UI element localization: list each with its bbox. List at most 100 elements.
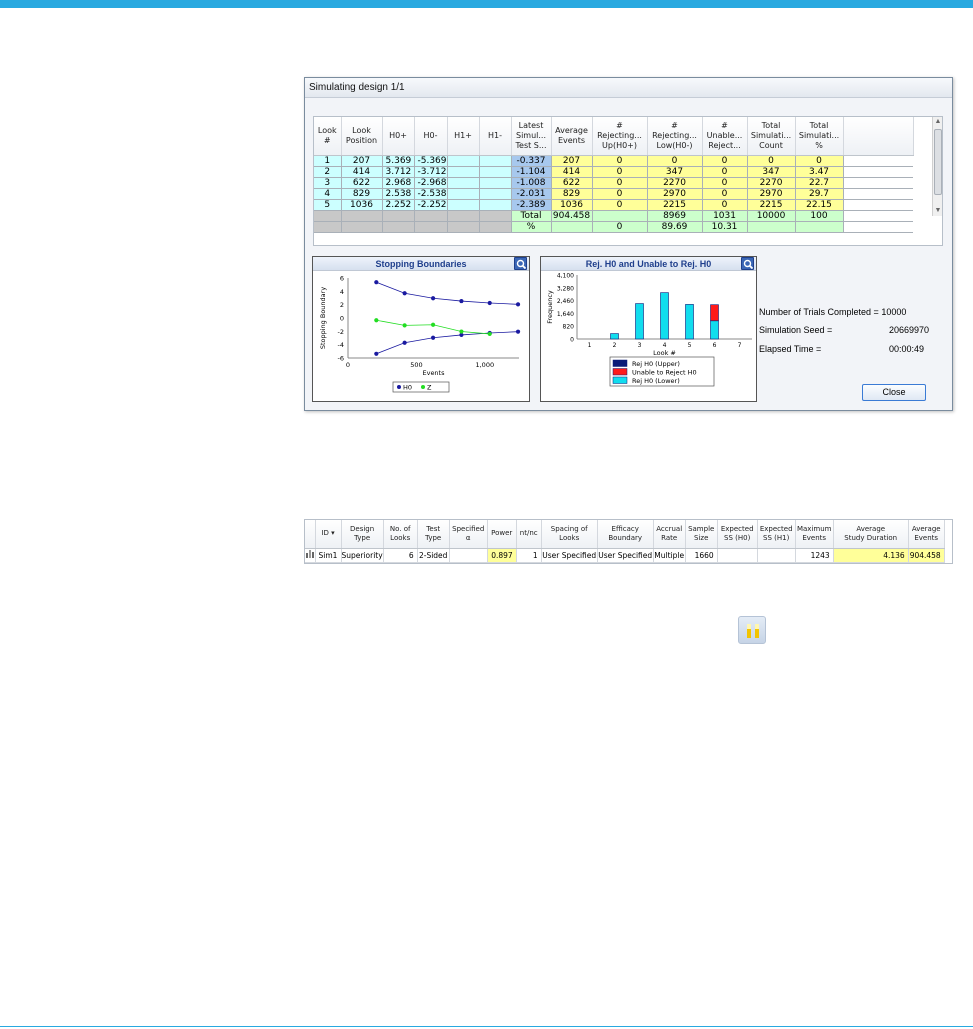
table-cell: 0 (702, 188, 748, 200)
table-row[interactable]: 2 414 3.712 -3.712 -1.104 414 0 347 0 347 3.47 (314, 166, 914, 178)
table-cell-filler (843, 177, 914, 189)
column-header[interactable]: Average Events (908, 520, 945, 549)
column-header[interactable]: H0- (414, 117, 448, 156)
table-cell: -1.008 (511, 177, 552, 189)
table-cell (551, 221, 593, 233)
table-cell: 0.897 (487, 548, 517, 563)
seed-value: 20669970 (889, 325, 930, 335)
column-header[interactable]: # Rejecting... Up(H0+) (592, 117, 648, 156)
column-header[interactable]: Accrual Rate (653, 520, 686, 549)
table-cell: 1243 (795, 548, 834, 563)
x-tick-label: 6 (713, 342, 717, 349)
table-cell: 2270 (647, 177, 703, 189)
table-cell (447, 155, 480, 167)
column-header[interactable]: Maximum Events (795, 520, 834, 549)
table-cell: 3 (314, 177, 342, 189)
column-header[interactable]: nt/nc (516, 520, 542, 549)
table-cell: 1 (516, 548, 542, 563)
x-tick-label: 7 (738, 342, 742, 349)
chart-app-icon[interactable] (738, 616, 766, 644)
table-cell: -1.104 (511, 166, 552, 178)
bar-segment (710, 304, 719, 322)
column-header[interactable]: Total Simulati... % (795, 117, 844, 156)
scroll-thumb[interactable] (934, 129, 942, 195)
table-row[interactable]: 1 207 5.369 -5.369 -0.337 207 0 0 0 0 0 (314, 155, 914, 167)
row-chart-icon[interactable] (305, 548, 316, 563)
y-tick-label: -4 (338, 341, 344, 349)
table-cell-filler (843, 155, 914, 167)
table-vertical-scrollbar[interactable]: ▲ ▼ (932, 117, 942, 216)
series-line-z (376, 319, 490, 335)
table-cell (382, 221, 415, 233)
id-column-header[interactable]: ID ▾ (315, 520, 342, 549)
table-cell: 0 (592, 155, 648, 167)
table-row[interactable]: 5 1036 2.252 -2.252 -2.389 1036 0 2215 0 2215 22.1… (314, 199, 914, 211)
scroll-down-icon[interactable]: ▼ (933, 206, 942, 216)
table-cell: 5.369 (382, 155, 415, 167)
column-header[interactable]: Expected SS (H1) (757, 520, 796, 549)
table-cell (341, 221, 383, 233)
data-point-h0 (515, 302, 521, 307)
bottom-accent-line (0, 1026, 973, 1027)
table-cell (314, 210, 342, 222)
close-button[interactable]: Close (862, 384, 926, 401)
column-header[interactable]: Efficacy Boundary (597, 520, 654, 549)
column-header[interactable]: Sample Size (685, 520, 718, 549)
table-row[interactable]: Sim1 Superiority 6 2-Sided 0.897 1 User Specif… (305, 548, 945, 563)
table-cell: % (511, 221, 552, 233)
scroll-up-icon[interactable]: ▲ (933, 117, 942, 127)
table-cell (414, 210, 448, 222)
column-header[interactable]: Latest Simul... Test S... (511, 117, 552, 156)
id-header-label: ID (321, 529, 329, 538)
column-header[interactable]: Power (487, 520, 517, 549)
output-table: ID ▾ Design Type No. of Looks Test Type Spec… (305, 520, 945, 563)
table-cell: 1 (314, 155, 342, 167)
column-header[interactable]: H0+ (382, 117, 415, 156)
x-tick-label: 2 (613, 342, 617, 349)
chart-title: Stopping Boundaries (313, 257, 529, 271)
column-header[interactable]: Look # (314, 117, 342, 156)
table-cell: 2.538 (382, 188, 415, 200)
table-cell: 2.252 (382, 199, 415, 211)
table-cell: 8969 (647, 210, 703, 222)
table-cell: 0 (702, 199, 748, 211)
column-header[interactable]: H1+ (447, 117, 480, 156)
column-header[interactable]: No. of Looks (383, 520, 418, 549)
data-point-z (487, 331, 492, 337)
table-cell: 3.712 (382, 166, 415, 178)
table-row[interactable]: 3 622 2.968 -2.968 -1.008 622 0 2270 0 2270 22.7 (314, 177, 914, 189)
column-header[interactable]: Average Study Duration (833, 520, 909, 549)
column-header[interactable]: H1- (479, 117, 512, 156)
data-point-h0 (374, 280, 379, 285)
elapsed-value: 00:00:49 (889, 344, 925, 354)
column-header[interactable]: Specified α (449, 520, 488, 549)
sort-dropdown-icon[interactable]: ▾ (329, 529, 335, 537)
table-cell: 2-Sided (417, 548, 450, 563)
table-cell (447, 199, 480, 211)
column-header[interactable]: Look Position (341, 117, 383, 156)
table-cell: 414 (341, 166, 383, 178)
y-axis-label: Frequency (546, 290, 554, 324)
column-header[interactable]: Test Type (417, 520, 450, 549)
table-cell: 0 (647, 155, 703, 167)
table-cell: 0 (747, 155, 796, 167)
table-cell: User Specified (541, 548, 598, 563)
zoom-icon[interactable] (741, 257, 754, 270)
table-cell: 829 (551, 188, 593, 200)
column-header[interactable]: Average Events (551, 117, 593, 156)
column-header[interactable]: Spacing of Looks (541, 520, 598, 549)
column-header[interactable]: # Unable... Reject... (702, 117, 748, 156)
legend-swatch (612, 359, 628, 367)
table-cell: 1660 (685, 548, 718, 563)
table-row[interactable]: 4 829 2.538 -2.538 -2.031 829 0 2970 0 2970 29.7 (314, 188, 914, 200)
data-point-z (459, 329, 464, 334)
table-cell-filler (843, 221, 914, 233)
column-header[interactable]: Design Type (341, 520, 384, 549)
column-header[interactable]: # Rejecting... Low(H0-) (647, 117, 703, 156)
table-cell (479, 188, 512, 200)
percent-row: % 0 89.69 10.31 (314, 221, 914, 233)
column-header[interactable]: Expected SS (H0) (717, 520, 758, 549)
zoom-icon[interactable] (514, 257, 527, 270)
x-tick-label: 1 (588, 342, 592, 349)
column-header[interactable]: Total Simulati... Count (747, 117, 796, 156)
